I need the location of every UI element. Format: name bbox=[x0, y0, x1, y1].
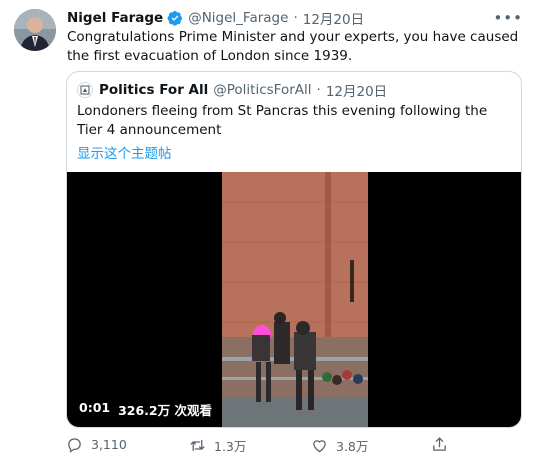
retweet-icon bbox=[190, 439, 205, 452]
share-icon bbox=[433, 437, 446, 451]
quoted-tweet[interactable]: Politics For All @PoliticsForAll · 12月20… bbox=[66, 71, 522, 428]
more-icon[interactable]: ••• bbox=[493, 9, 523, 27]
verified-badge-icon bbox=[167, 11, 183, 26]
quoted-tweet-date[interactable]: 12月20日 bbox=[326, 80, 387, 100]
quoted-author-handle[interactable]: @PoliticsForAll bbox=[213, 82, 311, 98]
meta-separator: · bbox=[293, 10, 298, 26]
quoted-author-name[interactable]: Politics For All bbox=[99, 82, 208, 98]
reply-count: 3,110 bbox=[91, 437, 127, 452]
tweet-text: Congratulations Prime Minister and your … bbox=[67, 29, 519, 64]
author-avatar[interactable] bbox=[14, 9, 56, 51]
like-button[interactable]: 3.8万 bbox=[311, 436, 368, 455]
author-handle[interactable]: @Nigel_Farage bbox=[188, 10, 288, 26]
quoted-tweet-header: Politics For All @PoliticsForAll · 12月20… bbox=[77, 80, 387, 100]
show-thread-link[interactable]: 显示这个主题帖 bbox=[77, 142, 172, 162]
video-duration: 0:01 bbox=[79, 400, 111, 415]
retweet-button[interactable]: 1.3万 bbox=[189, 436, 246, 455]
reply-button[interactable]: 3,110 bbox=[66, 436, 127, 453]
video-views: 326.2万 次观看 bbox=[118, 403, 212, 418]
like-count: 3.8万 bbox=[336, 439, 369, 454]
video-info: 0:01 326.2万 次观看 bbox=[79, 400, 212, 419]
quoted-tweet-text: Londoners fleeing from St Pancras this e… bbox=[77, 103, 488, 138]
reply-icon bbox=[68, 438, 81, 453]
share-button[interactable] bbox=[431, 436, 456, 453]
tweet-header: Nigel Farage @Nigel_Farage · 12月20日 bbox=[67, 8, 364, 28]
retweet-count: 1.3万 bbox=[214, 439, 247, 454]
video-player[interactable]: 0:01 326.2万 次观看 bbox=[67, 172, 521, 427]
quoted-meta-separator: · bbox=[316, 82, 321, 98]
like-icon bbox=[313, 440, 326, 453]
video-frame bbox=[222, 172, 368, 427]
action-bar: 3,110 1.3万 3.8万 bbox=[66, 436, 522, 458]
author-name[interactable]: Nigel Farage bbox=[67, 10, 163, 26]
quoted-author-avatar[interactable] bbox=[77, 82, 93, 98]
tweet-date[interactable]: 12月20日 bbox=[303, 8, 364, 28]
